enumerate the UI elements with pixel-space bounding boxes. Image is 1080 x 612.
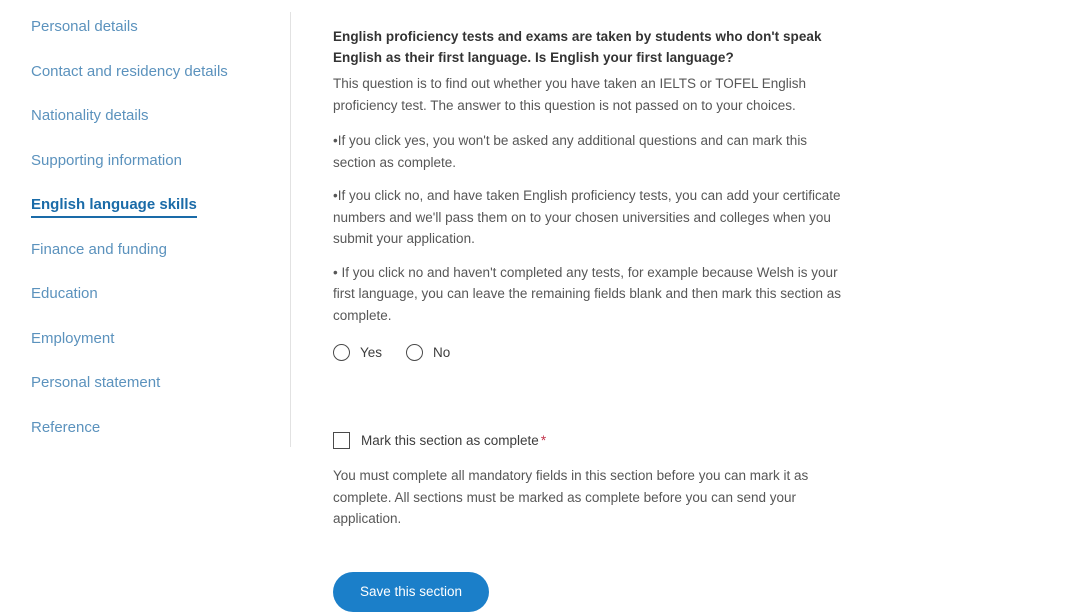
sidebar-item-education[interactable]: Education [0, 286, 290, 331]
sidebar-item-label: Employment [31, 329, 115, 347]
section-navigation-sidebar: Personal details Contact and residency d… [0, 0, 290, 545]
sidebar-item-personal-details[interactable]: Personal details [0, 19, 290, 64]
sidebar-item-supporting-information[interactable]: Supporting information [0, 153, 290, 198]
question-intro-text: This question is to find out whether you… [333, 76, 807, 113]
sidebar-item-label: Personal statement [31, 374, 161, 391]
vertical-divider [290, 12, 291, 447]
sidebar-item-label: Finance and funding [31, 240, 167, 258]
bullet-item-no-without-tests: • If you click no and haven't completed … [333, 264, 842, 323]
radio-circle-icon[interactable] [333, 344, 350, 361]
first-language-radio-group: Yes No [333, 344, 853, 361]
sidebar-item-finance-and-funding[interactable]: Finance and funding [0, 242, 290, 287]
sidebar-item-label: English language skills [31, 197, 197, 218]
sidebar-item-label: Reference [31, 418, 101, 436]
checkbox-square-icon[interactable] [333, 432, 350, 449]
mark-complete-block: Mark this section as complete * You must… [333, 432, 853, 612]
sidebar-item-nationality-details[interactable]: Nationality details [0, 108, 290, 153]
main-content: English proficiency tests and exams are … [333, 26, 853, 612]
mark-section-complete-checkbox-row[interactable]: Mark this section as complete * [333, 432, 853, 449]
radio-option-no[interactable]: No [406, 344, 450, 361]
bullet-item-yes: •If you click yes, you won't be asked an… [333, 133, 808, 170]
mark-complete-help-text: You must complete all mandatory fields i… [333, 468, 809, 526]
sidebar-item-personal-statement[interactable]: Personal statement [0, 375, 290, 420]
radio-option-yes[interactable]: Yes [333, 344, 382, 361]
sidebar-item-english-language-skills[interactable]: English language skills [0, 197, 290, 242]
mark-section-complete-label: Mark this section as complete [361, 433, 539, 448]
sidebar-item-label: Personal details [31, 18, 138, 35]
sidebar-item-label: Nationality details [31, 107, 149, 124]
radio-circle-icon[interactable] [406, 344, 424, 361]
question-heading: English proficiency tests and exams are … [333, 29, 822, 65]
radio-label-no: No [433, 345, 451, 360]
bullet-item-no-with-tests: •If you click no, and have taken English… [333, 188, 841, 246]
sidebar-item-contact-and-residency-details[interactable]: Contact and residency details [0, 64, 290, 109]
sidebar-item-label: Supporting information [31, 151, 182, 169]
required-asterisk: * [540, 433, 547, 448]
sidebar-item-label: Contact and residency details [31, 62, 228, 80]
sidebar-item-reference[interactable]: Reference [0, 420, 290, 465]
sidebar-item-employment[interactable]: Employment [0, 331, 290, 376]
sidebar-item-label: Education [31, 285, 98, 302]
save-this-section-button[interactable]: Save this section [333, 572, 490, 612]
radio-label-yes: Yes [360, 345, 383, 360]
application-form-page: Personal details Contact and residency d… [0, 0, 1080, 612]
